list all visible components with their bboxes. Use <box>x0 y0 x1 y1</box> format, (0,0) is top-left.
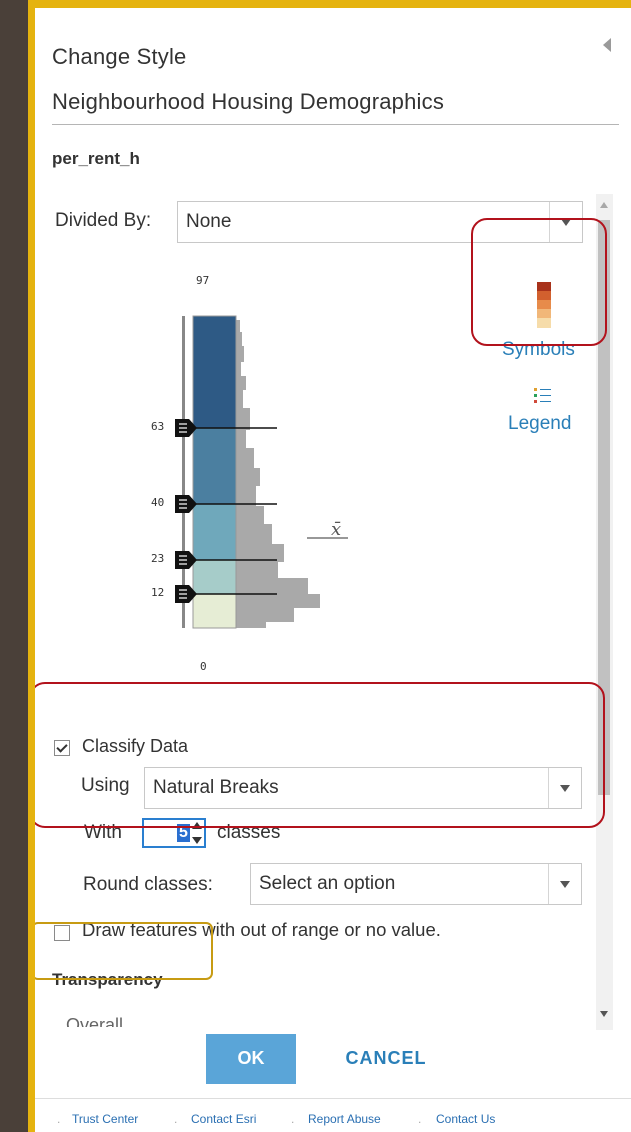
class-bar-5 <box>192 593 237 629</box>
legend-link[interactable]: Legend <box>508 413 571 435</box>
histogram-max-label: 97 <box>196 274 210 287</box>
class-bar-2 <box>192 427 237 505</box>
field-name: per_rent_h <box>52 149 140 168</box>
ok-button-label: OK <box>237 1048 265 1068</box>
round-classes-select[interactable]: Select an option <box>250 863 582 905</box>
histogram-min-label: 0 <box>200 660 207 673</box>
footer-link-contact-esri[interactable]: Contact Esri <box>191 1112 256 1126</box>
panel-title: Change Style <box>52 44 187 69</box>
collapse-panel-icon[interactable] <box>603 38 611 52</box>
mean-symbol: x̄ <box>331 519 342 540</box>
footer-link-trust-center[interactable]: Trust Center <box>72 1112 138 1126</box>
footer-divider <box>35 1098 631 1099</box>
layer-name: Neighbourhood Housing Demographics <box>52 89 445 114</box>
title-divider <box>52 124 619 125</box>
break-label-12: 12 <box>151 586 165 599</box>
highlight-classify-annotation <box>35 682 605 828</box>
round-classes-value: Select an option <box>259 873 396 894</box>
slider-axis <box>182 316 185 628</box>
distribution-bars <box>236 320 320 628</box>
class-bar-3 <box>192 503 237 561</box>
footer-link-report-abuse[interactable]: Report Abuse <box>308 1112 381 1126</box>
break-label-23: 23 <box>151 552 165 565</box>
divided-by-value: None <box>186 211 232 232</box>
class-breaks-histogram[interactable] <box>135 308 355 638</box>
ok-button[interactable]: OK <box>206 1034 296 1084</box>
break-label-40: 40 <box>151 496 165 509</box>
transparency-overall-label: Overall <box>66 1015 124 1027</box>
highlight-symbols-annotation <box>471 218 607 346</box>
scroll-up-arrow[interactable] <box>600 202 608 208</box>
chevron-down-icon <box>548 864 581 904</box>
class-bar-1 <box>192 315 237 429</box>
class-bar-4 <box>192 559 237 595</box>
legend-icon[interactable] <box>534 387 552 403</box>
cancel-button[interactable]: CANCEL <box>323 1034 449 1084</box>
round-classes-label: Round classes: <box>83 874 213 895</box>
cancel-button-label: CANCEL <box>345 1048 427 1068</box>
divided-by-label: Divided By: <box>55 210 152 231</box>
stepper-down-icon[interactable] <box>192 837 202 844</box>
break-label-63: 63 <box>151 420 165 433</box>
scroll-down-arrow[interactable] <box>600 1011 608 1017</box>
footer-link-contact-us[interactable]: Contact Us <box>436 1112 495 1126</box>
highlight-out-of-range-annotation <box>35 922 213 980</box>
change-style-panel: Change Style Neighbourhood Housing Demog… <box>35 8 631 1132</box>
class-color-bars <box>192 315 237 629</box>
